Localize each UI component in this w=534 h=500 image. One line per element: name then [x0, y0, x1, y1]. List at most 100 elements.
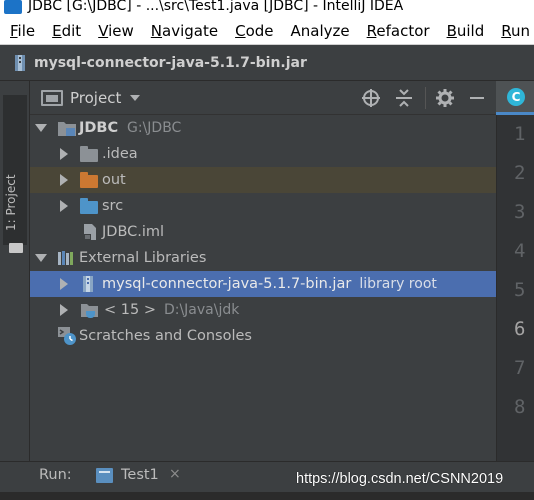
- run-tab-label: Test1: [121, 467, 159, 483]
- jdk-version: < 15 >: [104, 302, 156, 318]
- tree-node-scratches[interactable]: Scratches and Consoles: [30, 323, 496, 349]
- menu-mnemonic: C: [235, 22, 246, 40]
- window-title-bar: JDBC [G:\JDBC] - ...\src\Test1.java [JDB…: [0, 0, 534, 18]
- toolbar-separator: [425, 87, 426, 109]
- java-class-icon: C: [507, 88, 525, 106]
- chevron-down-icon[interactable]: [130, 94, 141, 101]
- breadcrumb-jar[interactable]: mysql-connector-java-5.1.7-bin.jar: [34, 55, 307, 71]
- menu-label: dit: [61, 22, 82, 40]
- folder-icon: [80, 146, 98, 162]
- menu-item-2[interactable]: View: [88, 22, 141, 40]
- gear-icon[interactable]: [435, 88, 455, 108]
- menu-label: Analyze: [290, 22, 350, 40]
- line-number: 4: [514, 240, 526, 262]
- navigation-bar: mysql-connector-java-5.1.7-bin.jar: [0, 45, 534, 81]
- menu-mnemonic: F: [10, 22, 18, 40]
- console-output-strip: [0, 492, 534, 500]
- minimize-icon[interactable]: [467, 88, 487, 108]
- tree-label-src: src: [102, 198, 124, 214]
- tree-node-jdbc[interactable]: JDBC G:\JDBC: [30, 115, 496, 141]
- menu-mnemonic: R: [501, 22, 511, 40]
- menu-item-7[interactable]: Build: [437, 22, 492, 40]
- menu-item-6[interactable]: Refactor: [357, 22, 437, 40]
- jar-name: mysql-connector-java-5.1.7-bin.jar: [102, 276, 352, 292]
- tree-node-external-libraries[interactable]: External Libraries: [30, 245, 496, 271]
- project-view-icon: [41, 89, 63, 106]
- source-folder-icon: [80, 198, 98, 214]
- tree-node-jdk[interactable]: < 15 > D:\Java\jdk: [30, 297, 496, 323]
- menu-label: ile: [17, 22, 36, 40]
- tree-label-scratches: Scratches and Consoles: [79, 328, 252, 344]
- tree-label-out: out: [102, 172, 126, 188]
- line-number: 7: [514, 357, 526, 379]
- menu-item-5[interactable]: Analyze: [281, 22, 357, 40]
- structure-folder-icon[interactable]: [9, 243, 23, 253]
- close-icon[interactable]: ×: [169, 466, 181, 482]
- menu-mnemonic: R: [366, 22, 377, 40]
- jdk-path: D:\Java\jdk: [163, 302, 240, 318]
- project-panel-header: Project: [30, 81, 496, 115]
- libraries-icon: [58, 251, 73, 265]
- collapsed-arrow-icon[interactable]: [60, 200, 68, 212]
- menu-label: ode: [245, 22, 274, 40]
- collapsed-arrow-icon[interactable]: [60, 304, 68, 316]
- tree-label-jar: mysql-connector-java-5.1.7-bin.jar librar…: [102, 276, 437, 292]
- tree-label-idea: .idea: [102, 146, 138, 162]
- tree-node-idea[interactable]: .idea: [30, 141, 496, 167]
- line-number: 8: [514, 396, 526, 418]
- menu-label: un: [510, 22, 530, 40]
- line-number: 5: [514, 279, 526, 301]
- left-tool-strip: 1: Project: [0, 81, 30, 461]
- project-tree: JDBC G:\JDBC .idea out src JDBC.iml Exte…: [30, 115, 496, 461]
- tree-node-out[interactable]: out: [30, 167, 496, 193]
- editor-tab-test1[interactable]: C: [496, 81, 534, 115]
- line-number: 6: [514, 318, 526, 340]
- menu-item-0[interactable]: File: [0, 22, 42, 40]
- menu-item-4[interactable]: Code: [225, 22, 280, 40]
- collapsed-arrow-icon[interactable]: [60, 278, 68, 290]
- tree-label-jdbc: JDBC: [79, 120, 119, 136]
- run-label: Run:: [39, 467, 72, 483]
- menu-item-3[interactable]: Navigate: [141, 22, 225, 40]
- menu-mnemonic: B: [446, 22, 457, 40]
- menu-label: iew: [108, 22, 134, 40]
- excluded-folder-icon: [80, 172, 98, 188]
- jar-icon: [83, 276, 93, 292]
- menu-label: uild: [456, 22, 485, 40]
- expanded-arrow-icon[interactable]: [35, 254, 47, 262]
- tree-label-external-libraries: External Libraries: [79, 250, 207, 266]
- module-folder-icon: [58, 122, 76, 136]
- tree-node-iml[interactable]: JDBC.iml: [30, 219, 496, 245]
- run-tab-test1[interactable]: Test1 ×: [83, 462, 193, 490]
- collapsed-arrow-icon[interactable]: [60, 148, 68, 160]
- jar-library-root-note: library root: [359, 276, 437, 292]
- menu-bar: File Edit View Navigate Code Analyze Refactor B…: [0, 18, 534, 45]
- run-config-icon: [96, 468, 113, 483]
- menu-mnemonic: E: [52, 22, 62, 40]
- collapsed-arrow-icon[interactable]: [60, 174, 68, 186]
- menu-label: efactor: [376, 22, 430, 40]
- menu-item-1[interactable]: Edit: [42, 22, 88, 40]
- tree-node-mysql-connector-jar[interactable]: mysql-connector-java-5.1.7-bin.jar librar…: [30, 271, 496, 297]
- project-panel-title[interactable]: Project: [70, 89, 121, 107]
- target-icon[interactable]: [361, 88, 381, 108]
- watermark: https://blog.csdn.net/CSNN2019: [296, 471, 504, 487]
- line-number: 2: [514, 162, 526, 184]
- jdk-icon: [81, 304, 98, 318]
- project-tool-tab-label: 1: Project: [4, 174, 18, 231]
- tree-path-jdbc: G:\JDBC: [127, 120, 182, 136]
- line-number: 3: [514, 201, 526, 223]
- menu-label: avigate: [162, 22, 219, 40]
- window-title: JDBC [G:\JDBC] - ...\src\Test1.java [JDB…: [28, 0, 404, 14]
- menu-mnemonic: N: [150, 22, 163, 40]
- tree-label-jdk: < 15 > D:\Java\jdk: [104, 302, 239, 318]
- intellij-app-icon: [4, 0, 22, 14]
- jar-icon: [15, 54, 25, 71]
- tree-node-src[interactable]: src: [30, 193, 496, 219]
- collapse-icon[interactable]: [394, 88, 414, 108]
- line-number-gutter: 1 2 3 4 5 6 7 8: [496, 115, 534, 461]
- menu-mnemonic: V: [98, 22, 109, 40]
- expanded-arrow-icon[interactable]: [35, 124, 47, 132]
- line-number: 1: [514, 123, 526, 145]
- menu-item-8[interactable]: Run: [491, 22, 534, 40]
